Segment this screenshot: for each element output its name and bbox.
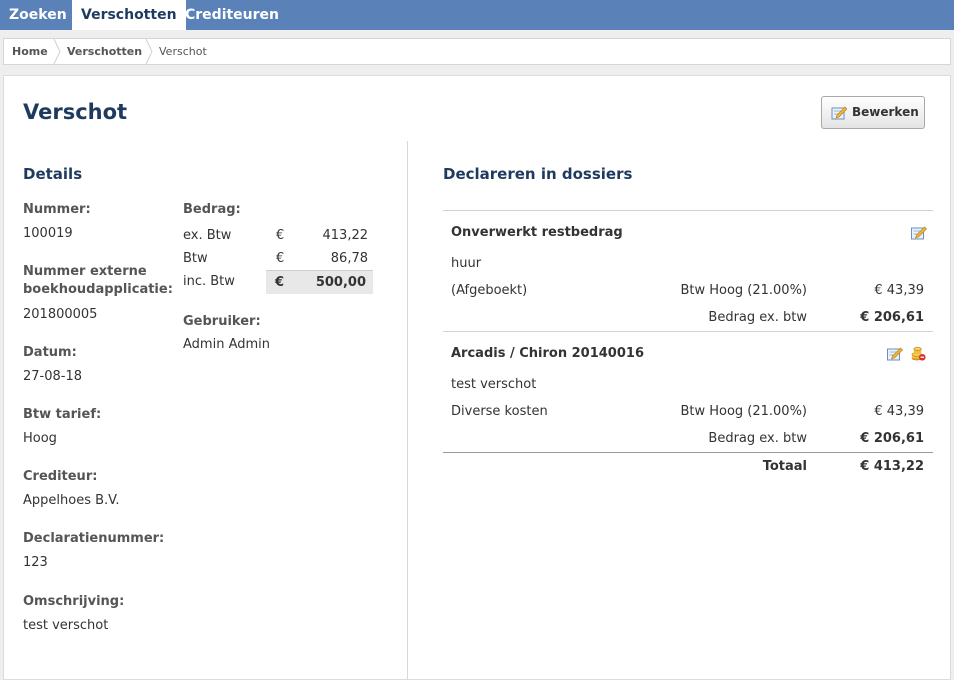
gebruiker-label: Gebruiker: bbox=[183, 314, 261, 329]
breadcrumb-home[interactable]: Home bbox=[12, 39, 48, 64]
edit-button[interactable]: Bewerken bbox=[821, 96, 925, 129]
breadcrumb-separator-icon bbox=[53, 39, 61, 64]
page-title: Verschot bbox=[23, 100, 128, 124]
btw-tarief-value: Hoog bbox=[23, 431, 57, 446]
amount-value: 86,78 bbox=[330, 251, 368, 266]
dossier-tax-amount: € 43,39 bbox=[874, 283, 924, 298]
dossier-line-label: (Afgeboekt) bbox=[451, 283, 528, 298]
crediteur-value: Appelhoes B.V. bbox=[23, 493, 120, 508]
top-navigation: Zoeken Verschotten Crediteuren bbox=[0, 0, 954, 30]
nummer-value: 100019 bbox=[23, 226, 73, 241]
amount-value: 413,22 bbox=[322, 228, 369, 243]
tab-crediteuren[interactable]: Crediteuren bbox=[176, 0, 288, 30]
dossier-tax-rate: Btw Hoog (21.00%) bbox=[680, 283, 807, 298]
divider-line bbox=[443, 210, 933, 211]
extern-label-line1: Nummer externe bbox=[23, 264, 147, 279]
declaratienummer-value: 123 bbox=[23, 555, 48, 570]
amount-row-ex-btw: ex. Btw € 413,22 bbox=[180, 225, 375, 247]
nummer-label: Nummer: bbox=[23, 202, 91, 217]
total-divider-line bbox=[443, 452, 933, 453]
amount-row-btw: Btw € 86,78 bbox=[180, 248, 375, 270]
amount-label: ex. Btw bbox=[183, 228, 232, 243]
dossier-subtotal-label: Bedrag ex. btw bbox=[708, 310, 807, 325]
divider-line bbox=[443, 331, 933, 332]
delete-coins-icon[interactable] bbox=[910, 345, 927, 361]
extern-value: 201800005 bbox=[23, 307, 98, 322]
edit-icon[interactable] bbox=[910, 225, 927, 241]
total-value: € 413,22 bbox=[860, 459, 924, 474]
gebruiker-value: Admin Admin bbox=[183, 337, 270, 352]
amount-currency: € bbox=[276, 228, 285, 243]
dossier-tax-rate: Btw Hoog (21.00%) bbox=[680, 404, 807, 419]
tab-zoeken[interactable]: Zoeken bbox=[0, 0, 76, 30]
dossier-tax-amount: € 43,39 bbox=[874, 404, 924, 419]
amount-row-inc-btw-label: inc. Btw bbox=[180, 271, 268, 293]
amount-currency: € bbox=[275, 275, 285, 290]
breadcrumb: Home Verschotten Verschot bbox=[3, 38, 951, 65]
breadcrumb-verschotten[interactable]: Verschotten bbox=[67, 39, 142, 64]
btw-tarief-label: Btw tarief: bbox=[23, 407, 102, 422]
amount-label: Btw bbox=[183, 251, 208, 266]
dossier-line-label: Diverse kosten bbox=[451, 404, 548, 419]
edit-icon bbox=[831, 106, 847, 120]
crediteur-label: Crediteur: bbox=[23, 469, 98, 484]
bedrag-label: Bedrag: bbox=[183, 202, 241, 217]
tab-verschotten[interactable]: Verschotten bbox=[72, 0, 186, 30]
omschrijving-label: Omschrijving: bbox=[23, 594, 125, 609]
declaratienummer-label: Declaratienummer: bbox=[23, 531, 165, 546]
dossier-title: Arcadis / Chiron 20140016 bbox=[451, 346, 644, 361]
amount-row-inc-btw: € 500,00 bbox=[266, 270, 373, 294]
dossier-description: huur bbox=[451, 256, 482, 271]
amount-currency: € bbox=[276, 251, 285, 266]
breadcrumb-current: Verschot bbox=[159, 45, 207, 58]
edit-button-label: Bewerken bbox=[852, 105, 919, 119]
dossiers-heading: Declareren in dossiers bbox=[443, 165, 633, 183]
dossier-subtotal-label: Bedrag ex. btw bbox=[708, 431, 807, 446]
amount-total-value: 500,00 bbox=[315, 275, 366, 290]
dossier-subtotal: € 206,61 bbox=[860, 431, 924, 446]
extern-label-line2: boekhoudapplicatie: bbox=[23, 282, 173, 297]
omschrijving-value: test verschot bbox=[23, 618, 109, 633]
total-label: Totaal bbox=[762, 459, 807, 474]
datum-label: Datum: bbox=[23, 345, 77, 360]
details-heading: Details bbox=[23, 165, 83, 183]
breadcrumb-separator-icon bbox=[145, 39, 153, 64]
main-panel: Verschot Bewerken Details Nummer: 100019… bbox=[3, 75, 951, 680]
datum-value: 27-08-18 bbox=[23, 369, 83, 384]
dossier-description: test verschot bbox=[451, 377, 537, 392]
edit-icon[interactable] bbox=[886, 346, 903, 362]
dossier-title: Onverwerkt restbedrag bbox=[451, 225, 623, 240]
amount-label: inc. Btw bbox=[183, 274, 235, 289]
column-divider bbox=[407, 141, 408, 680]
dossier-subtotal: € 206,61 bbox=[860, 310, 924, 325]
